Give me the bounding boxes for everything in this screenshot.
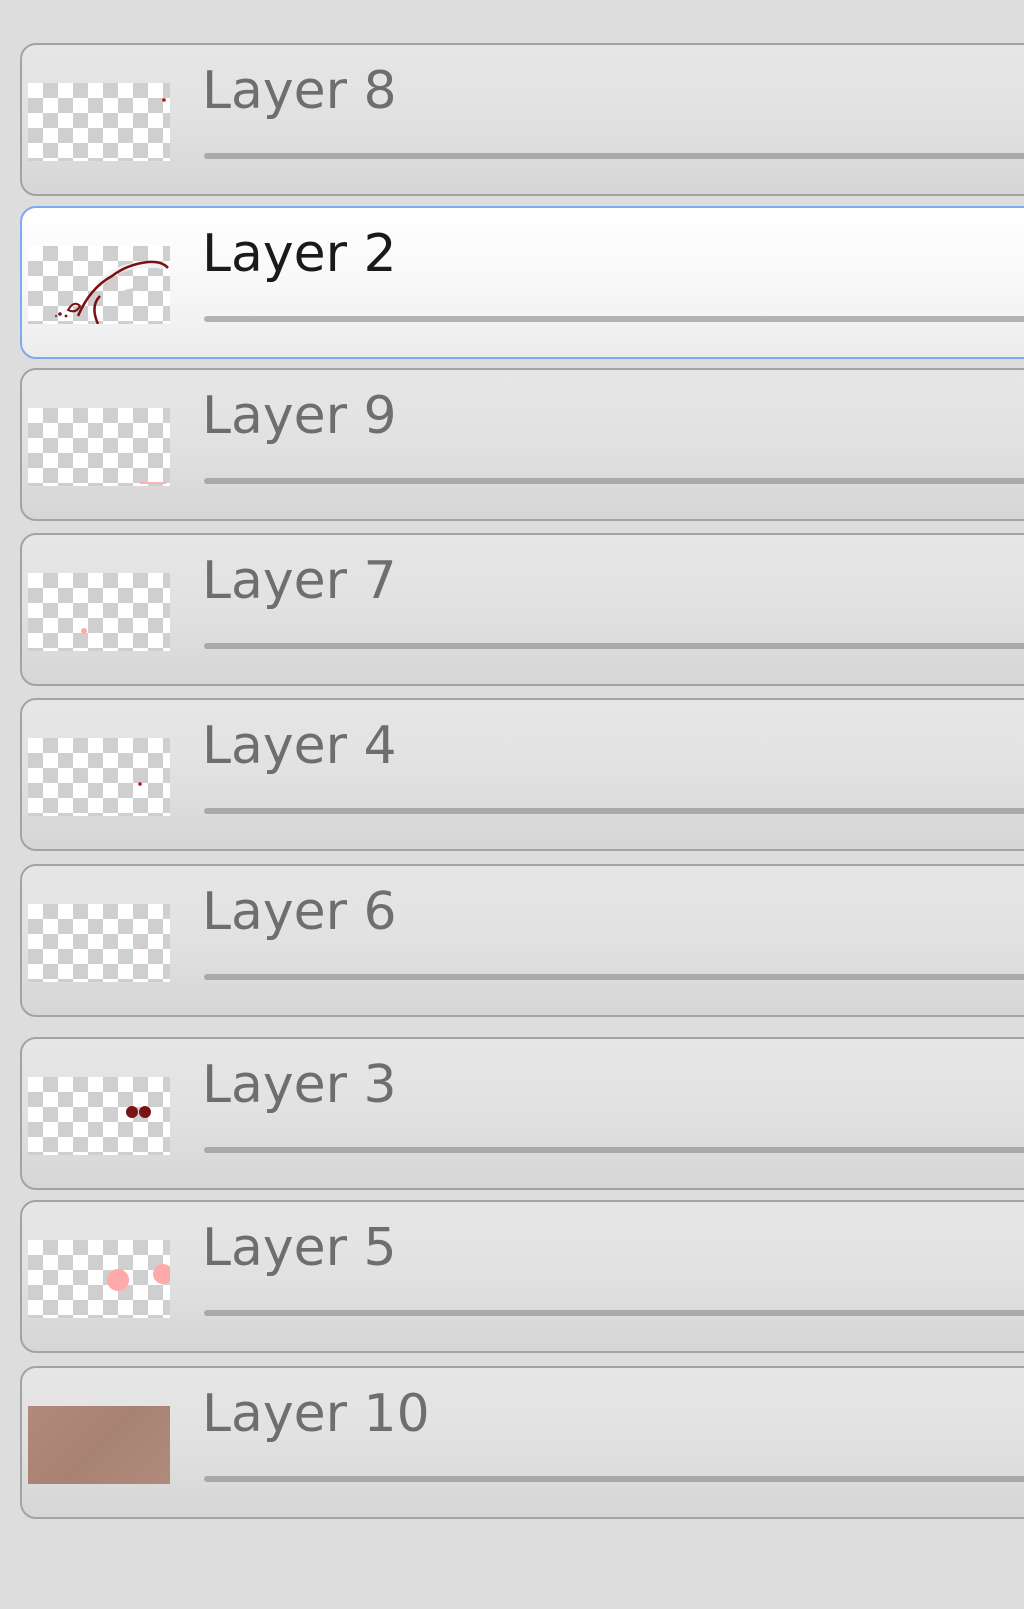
- layer-thumbnail: [28, 1077, 170, 1155]
- layer-opacity-slider[interactable]: [204, 643, 1024, 649]
- layer-row-layer-3[interactable]: Layer 3: [20, 1037, 1024, 1190]
- layer-name: Layer 6: [202, 882, 397, 942]
- layer-opacity-slider[interactable]: [204, 974, 1024, 980]
- layer-thumbnail: [28, 738, 170, 816]
- layer-row-layer-9[interactable]: Layer 9: [20, 368, 1024, 521]
- layer-row-layer-6[interactable]: Layer 6: [20, 864, 1024, 1017]
- layer-opacity-slider[interactable]: [204, 808, 1024, 814]
- layer-opacity-slider[interactable]: [204, 1476, 1024, 1482]
- layer-row-layer-2[interactable]: Layer 2: [20, 206, 1024, 359]
- layer-thumbnail: [28, 83, 170, 161]
- layer-name: Layer 7: [202, 551, 397, 611]
- layer-thumbnail-content: [162, 98, 166, 102]
- layer-opacity-slider[interactable]: [204, 1147, 1024, 1153]
- layer-name: Layer 2: [202, 224, 397, 284]
- layer-thumbnail: [28, 1406, 170, 1484]
- layer-name: Layer 10: [202, 1384, 430, 1444]
- layer-row-layer-4[interactable]: Layer 4: [20, 698, 1024, 851]
- layer-thumbnail: [28, 246, 170, 324]
- layers-panel: Layer 8 Layer 2 Layer 9 Layer 7 Layer 4 …: [0, 0, 1024, 1609]
- layer-thumbnail: [28, 573, 170, 651]
- layer-thumbnail: [28, 408, 170, 486]
- layer-thumbnail-content: [81, 628, 87, 634]
- layer-row-layer-10[interactable]: Layer 10: [20, 1366, 1024, 1519]
- layer-thumbnail-content: [107, 1264, 170, 1291]
- layer-thumbnail-content: [54, 260, 169, 324]
- layer-name: Layer 5: [202, 1218, 397, 1278]
- layer-opacity-slider[interactable]: [204, 153, 1024, 159]
- layer-opacity-slider[interactable]: [204, 1310, 1024, 1316]
- layer-name: Layer 3: [202, 1055, 397, 1115]
- layer-name: Layer 8: [202, 61, 397, 121]
- layer-name: Layer 9: [202, 386, 397, 446]
- layer-row-layer-8[interactable]: Layer 8: [20, 43, 1024, 196]
- layer-opacity-slider[interactable]: [204, 316, 1024, 322]
- layer-thumbnail: [28, 1240, 170, 1318]
- layer-name: Layer 4: [202, 716, 397, 776]
- layer-opacity-slider[interactable]: [204, 478, 1024, 484]
- layer-row-layer-7[interactable]: Layer 7: [20, 533, 1024, 686]
- layer-thumbnail-content: [138, 782, 142, 786]
- layer-thumbnail-content: [140, 946, 144, 950]
- layer-row-layer-5[interactable]: Layer 5: [20, 1200, 1024, 1353]
- layer-thumbnail-content: [140, 482, 166, 484]
- layer-thumbnail: [28, 904, 170, 982]
- layer-thumbnail-content: [126, 1106, 151, 1118]
